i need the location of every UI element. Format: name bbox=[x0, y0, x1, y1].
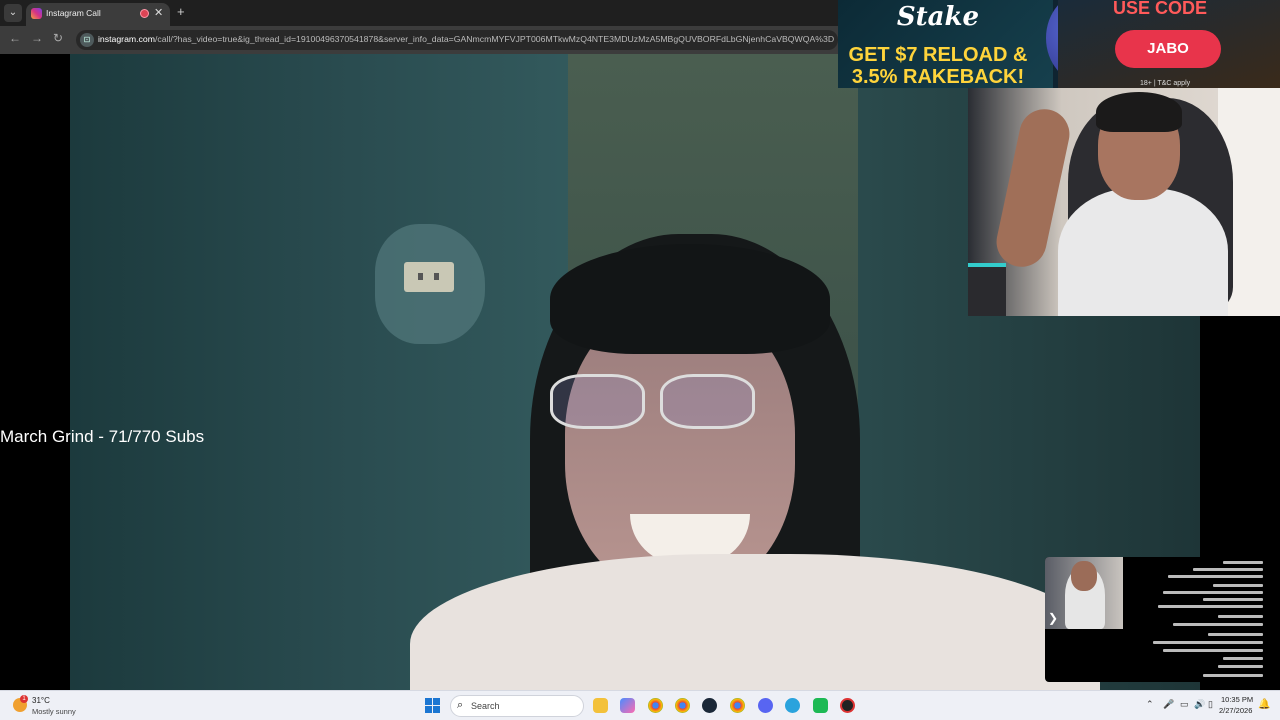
chat-line bbox=[1163, 649, 1263, 652]
right-lens bbox=[660, 374, 755, 429]
ad-code-badge: JABO bbox=[1115, 30, 1221, 68]
chat-line bbox=[1168, 575, 1263, 578]
notification-icon[interactable]: 🔔 bbox=[1258, 699, 1270, 710]
spotify-icon[interactable] bbox=[813, 698, 828, 713]
tab-close-button[interactable]: ✕ bbox=[154, 6, 163, 19]
left-lens bbox=[550, 374, 645, 429]
copilot-icon[interactable] bbox=[620, 698, 635, 713]
discord-icon[interactable] bbox=[758, 698, 773, 713]
steam-icon[interactable] bbox=[702, 698, 717, 713]
caller-shirt bbox=[410, 554, 1100, 690]
recording-icon bbox=[140, 9, 149, 18]
chat-line bbox=[1153, 641, 1263, 644]
ad-logo: Stake bbox=[896, 2, 980, 32]
ad-headline-2: 3.5% RAKEBACK! bbox=[851, 66, 1025, 88]
url-text[interactable]: instagram.com/call/?has_video=true&ig_th… bbox=[98, 34, 834, 44]
file-explorer-icon[interactable] bbox=[593, 698, 608, 713]
chat-line bbox=[1173, 623, 1263, 626]
address-bar[interactable]: ⊡ instagram.com/call/?has_video=true&ig_… bbox=[76, 30, 838, 50]
url-host: instagram.com bbox=[98, 34, 155, 44]
volume-icon[interactable]: 🔊 bbox=[1194, 699, 1205, 710]
telegram-icon[interactable] bbox=[785, 698, 800, 713]
chat-line bbox=[1223, 561, 1263, 564]
streamer-shirt bbox=[1058, 188, 1228, 316]
pip-toggle-icon[interactable]: ❯ bbox=[1048, 611, 1058, 625]
subs-goal-text: March Grind - 71/770 Subs bbox=[0, 427, 205, 446]
windows-icon bbox=[425, 698, 432, 705]
clock-date[interactable]: 2/27/2026 bbox=[1219, 706, 1252, 715]
ad-headline-1: GET $7 RELOAD & bbox=[848, 44, 1028, 66]
pip-head bbox=[1071, 561, 1097, 591]
chrome-alt-icon[interactable] bbox=[730, 698, 745, 713]
smart-speaker bbox=[968, 263, 1006, 316]
back-button[interactable]: ← bbox=[9, 31, 21, 45]
pip-overlay: ❯ bbox=[1045, 557, 1269, 682]
chat-line bbox=[1218, 615, 1263, 618]
pip-camera: ❯ bbox=[1045, 557, 1123, 629]
chat-feed bbox=[1127, 557, 1267, 682]
search-icon: ⌕ bbox=[457, 699, 464, 711]
reload-button[interactable]: ↻ bbox=[53, 31, 63, 45]
chrome-icon[interactable] bbox=[648, 698, 663, 713]
weather-description[interactable]: Mostly sunny bbox=[32, 707, 76, 716]
microphone-icon[interactable]: 🎤 bbox=[1163, 699, 1174, 710]
forward-button[interactable]: → bbox=[31, 31, 43, 45]
streamer-webcam bbox=[968, 88, 1280, 316]
chat-line bbox=[1203, 674, 1263, 677]
ad-terms: 18+ | T&C apply bbox=[1140, 80, 1191, 87]
browser-toolbar: ← → ↻ ⊡ instagram.com/call/?has_video=tr… bbox=[0, 26, 838, 54]
site-info-icon[interactable]: ⊡ bbox=[80, 33, 94, 47]
new-tab-button[interactable]: + bbox=[177, 4, 185, 19]
chat-line bbox=[1163, 591, 1263, 594]
url-path: /call/?has_video=true&ig_thread_id=19100… bbox=[154, 34, 835, 44]
caller-bangs bbox=[550, 244, 830, 354]
wall-socket bbox=[404, 262, 454, 292]
chat-line bbox=[1223, 657, 1263, 660]
caller-glasses bbox=[550, 374, 770, 434]
browser-tab-strip: ⌄ Instagram Call ✕ + bbox=[0, 0, 838, 26]
tray-chevron-icon[interactable]: ⌃ bbox=[1146, 699, 1154, 710]
instagram-icon bbox=[31, 8, 42, 19]
obs-icon[interactable] bbox=[840, 698, 855, 713]
battery-icon[interactable]: ▯ bbox=[1208, 699, 1213, 710]
tab-instagram-call[interactable]: Instagram Call ✕ bbox=[26, 3, 170, 26]
chat-line bbox=[1208, 633, 1263, 636]
weather-alert-badge: 1 bbox=[20, 695, 28, 703]
ad-use-code: USE CODE bbox=[1113, 0, 1208, 18]
chat-line bbox=[1213, 584, 1263, 587]
tab-list-button[interactable]: ⌄ bbox=[4, 4, 22, 22]
weather-temperature[interactable]: 31°C bbox=[32, 696, 50, 705]
chat-line bbox=[1158, 605, 1263, 608]
search-placeholder: Search bbox=[471, 701, 500, 711]
streamer-hair bbox=[1096, 92, 1182, 132]
clock-time[interactable]: 10:35 PM bbox=[1221, 695, 1253, 704]
network-icon[interactable]: ▭ bbox=[1180, 699, 1189, 710]
taskbar-search[interactable]: ⌕ Search bbox=[450, 695, 584, 717]
sponsor-ad: Stake GET $7 RELOAD & 3.5% RAKEBACK! USE… bbox=[838, 0, 1280, 88]
tab-title: Instagram Call bbox=[46, 8, 101, 18]
chat-line bbox=[1203, 598, 1263, 601]
start-button[interactable] bbox=[425, 698, 440, 713]
chat-line bbox=[1218, 665, 1263, 668]
windows-taskbar: 1 31°C Mostly sunny ⌕ Search ⌃ 🎤 ▭ 🔊 ▯ 1… bbox=[0, 690, 1280, 720]
chat-line bbox=[1193, 568, 1263, 571]
chrome-profile-icon[interactable] bbox=[675, 698, 690, 713]
